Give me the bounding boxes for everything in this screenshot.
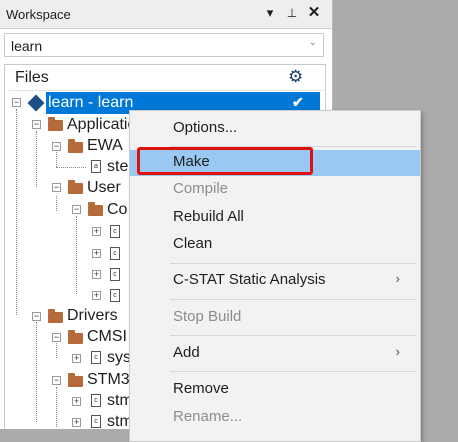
menu-item-clean[interactable]: Clean xyxy=(130,232,420,258)
tree-connector xyxy=(16,109,17,315)
tree-item-ste[interactable]: ste xyxy=(107,157,128,177)
menu-item-rename: Rename... xyxy=(130,405,420,431)
menu-item-rebuild-all[interactable]: Rebuild All xyxy=(130,205,420,231)
gear-icon[interactable]: ⚙ xyxy=(288,67,303,87)
menu-item-label: Rebuild All xyxy=(173,208,244,225)
tree-item-cmsis[interactable]: CMSI xyxy=(87,327,127,347)
menu-item-label: Add xyxy=(173,344,200,361)
menu-item-label: Stop Build xyxy=(173,308,242,325)
chevron-right-icon: › xyxy=(395,271,400,286)
collapse-icon[interactable]: − xyxy=(52,376,61,385)
tree-connector xyxy=(56,387,57,427)
folder-icon xyxy=(68,330,83,344)
menu-item-label: Rename... xyxy=(173,408,243,425)
file-icon: c xyxy=(110,247,120,260)
annotation-highlight-box xyxy=(137,147,313,175)
expand-icon[interactable]: + xyxy=(92,227,101,236)
file-icon: c xyxy=(110,225,120,238)
menu-separator xyxy=(170,371,416,372)
collapse-icon[interactable]: − xyxy=(72,205,81,214)
chevron-down-icon: ⌄ xyxy=(308,37,317,48)
tree-connector xyxy=(36,131,37,187)
tree-item-application[interactable]: Applicatio xyxy=(67,115,136,135)
expand-icon[interactable]: + xyxy=(72,397,81,406)
divider xyxy=(9,90,323,91)
dropdown-arrow-icon[interactable]: ▾ xyxy=(262,5,278,21)
tree-item-co[interactable]: Co xyxy=(107,200,127,220)
files-header: Files xyxy=(15,69,49,86)
collapse-icon[interactable]: − xyxy=(12,98,21,107)
menu-item-add[interactable]: Add › xyxy=(130,341,420,367)
workspace-titlebar: Workspace ▾ ⊥ ✕ xyxy=(0,0,332,29)
folder-icon xyxy=(68,180,83,194)
checkmark-icon: ✔ xyxy=(292,94,304,110)
expand-icon[interactable]: + xyxy=(92,270,101,279)
expand-icon[interactable]: + xyxy=(72,418,81,427)
collapse-icon[interactable]: − xyxy=(52,183,61,192)
tree-item-drivers[interactable]: Drivers xyxy=(67,306,118,326)
tree-item-sys[interactable]: sys xyxy=(107,348,131,368)
folder-icon xyxy=(68,139,83,153)
collapse-icon[interactable]: − xyxy=(32,120,41,129)
menu-item-compile: Compile xyxy=(130,177,420,203)
menu-item-label: Options... xyxy=(173,119,238,136)
tree-connector xyxy=(56,343,57,358)
file-icon: c xyxy=(91,415,101,428)
workspace-title: Workspace xyxy=(6,7,71,22)
tree-connector xyxy=(36,322,37,422)
tree-connector xyxy=(56,152,57,167)
file-icon: c xyxy=(91,394,101,407)
collapse-icon[interactable]: − xyxy=(32,312,41,321)
collapse-icon[interactable]: − xyxy=(52,142,61,151)
menu-separator xyxy=(170,299,416,300)
close-icon[interactable]: ✕ xyxy=(306,3,322,21)
menu-item-remove[interactable]: Remove xyxy=(130,377,420,403)
file-icon: c xyxy=(110,268,120,281)
chevron-right-icon: › xyxy=(395,344,400,359)
tree-connector xyxy=(56,196,57,211)
tree-item-ewa[interactable]: EWA xyxy=(87,136,123,156)
tree-connector xyxy=(76,216,77,294)
menu-item-label: Remove xyxy=(173,380,229,397)
tree-item-user[interactable]: User xyxy=(87,178,121,198)
collapse-icon[interactable]: − xyxy=(52,333,61,342)
file-icon: c xyxy=(91,351,101,364)
menu-item-options[interactable]: Options... xyxy=(130,116,420,142)
file-icon: a xyxy=(91,160,101,173)
menu-separator xyxy=(170,335,416,336)
menu-item-cstat[interactable]: C-STAT Static Analysis › xyxy=(130,268,420,294)
menu-item-label: C-STAT Static Analysis xyxy=(173,271,326,288)
folder-icon xyxy=(68,373,83,387)
expand-icon[interactable]: + xyxy=(92,249,101,258)
pin-icon[interactable]: ⊥ xyxy=(284,6,300,20)
tree-root-label: learn - learn xyxy=(48,94,134,111)
menu-separator xyxy=(170,263,416,264)
expand-icon[interactable]: + xyxy=(92,291,101,300)
folder-icon xyxy=(88,202,103,216)
folder-icon xyxy=(48,309,63,323)
configuration-value: learn xyxy=(11,38,43,54)
tree-connector xyxy=(56,167,86,168)
tree-item-stm[interactable]: STM3 xyxy=(87,370,130,390)
file-icon: c xyxy=(110,289,120,302)
menu-item-label: Clean xyxy=(173,235,213,252)
expand-icon[interactable]: + xyxy=(72,354,81,363)
configuration-select[interactable]: learn ⌄ xyxy=(4,33,324,57)
folder-icon xyxy=(48,117,63,131)
menu-item-stop-build: Stop Build xyxy=(130,305,420,331)
menu-item-label: Compile xyxy=(173,180,229,197)
